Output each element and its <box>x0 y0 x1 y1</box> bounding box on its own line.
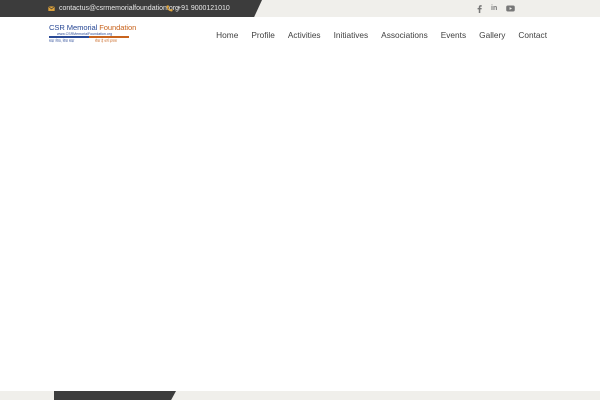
nav-profile[interactable]: Profile <box>251 30 275 40</box>
nav-activities[interactable]: Activities <box>288 30 321 40</box>
contact-email[interactable]: contactus@csrmemorialfoundation.org <box>48 3 179 14</box>
facebook-icon <box>477 4 482 13</box>
logo-tagline-right: सेवा है धर्म हमारा <box>95 39 118 43</box>
phone-icon <box>166 5 173 12</box>
contact-phone[interactable]: +91 9000121010 <box>166 3 230 14</box>
nav-gallery[interactable]: Gallery <box>479 30 505 40</box>
nav-initiatives[interactable]: Initiatives <box>334 30 369 40</box>
logo-title: CSR Memorial Foundation <box>49 24 136 32</box>
linkedin-icon: in <box>491 5 498 12</box>
contact-phone-text: +91 9000121010 <box>177 5 230 12</box>
top-bar: contactus@csrmemorialfoundation.org +91 … <box>0 0 600 17</box>
bottom-bar-panel <box>54 391 176 400</box>
logo-title-part2: Foundation <box>99 23 137 32</box>
logo-divider <box>49 36 129 38</box>
logo-tagline-left: सदा सेवा, सेवा सदा <box>49 39 75 43</box>
youtube-link[interactable] <box>506 4 515 13</box>
bottom-bar <box>0 391 600 400</box>
main-nav: Home Profile Activities Initiatives Asso… <box>216 29 547 41</box>
envelope-icon <box>48 5 55 12</box>
contact-email-text: contactus@csrmemorialfoundation.org <box>59 5 179 12</box>
linkedin-link[interactable]: in <box>491 4 497 13</box>
facebook-link[interactable] <box>477 4 482 13</box>
site-logo[interactable]: CSR Memorial Foundation www.CSRMemorialF… <box>48 24 136 46</box>
nav-events[interactable]: Events <box>441 30 466 40</box>
logo-title-part1: CSR Memorial <box>49 23 98 32</box>
nav-contact[interactable]: Contact <box>518 30 547 40</box>
nav-home[interactable]: Home <box>216 30 238 40</box>
youtube-icon <box>506 5 515 12</box>
nav-associations[interactable]: Associations <box>381 30 428 40</box>
